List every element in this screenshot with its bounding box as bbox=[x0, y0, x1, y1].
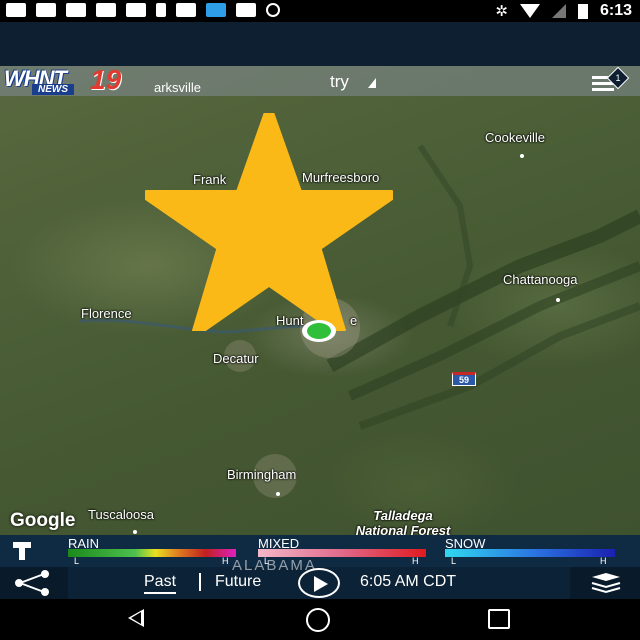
tab-divider bbox=[199, 573, 201, 591]
layers-icon bbox=[591, 573, 621, 594]
app-icon bbox=[206, 3, 226, 17]
wifi-icon bbox=[519, 4, 540, 18]
menu-button[interactable]: 1 bbox=[588, 66, 630, 94]
back-icon[interactable] bbox=[128, 609, 144, 627]
map-label-city: Cookeville bbox=[485, 130, 545, 145]
messaging-icon bbox=[6, 3, 26, 17]
forest-label: Talladega National Forest bbox=[355, 508, 451, 535]
map-label-city: Birmingham bbox=[227, 467, 297, 482]
map-label-partial: arksville bbox=[154, 80, 201, 95]
facebook-icon bbox=[96, 3, 116, 17]
station-logo[interactable]: WHNT 19 NEWS bbox=[2, 64, 154, 96]
state-label: ALABAMA bbox=[232, 557, 317, 574]
logo-number: 19 bbox=[90, 64, 122, 95]
tab-future[interactable]: Future bbox=[215, 573, 261, 591]
notification-icon bbox=[156, 3, 166, 17]
key-icon[interactable] bbox=[10, 539, 34, 563]
mixed-scale bbox=[258, 549, 426, 557]
mail-icon bbox=[176, 3, 196, 17]
star-icon bbox=[145, 113, 393, 331]
location-marker[interactable] bbox=[302, 320, 336, 342]
interstate-shield: 59 bbox=[452, 372, 476, 386]
snow-low: L bbox=[451, 556, 457, 566]
location-label[interactable]: try bbox=[330, 72, 349, 92]
rain-high: H bbox=[222, 556, 229, 566]
rain-low: L bbox=[74, 556, 80, 566]
facebook-icon bbox=[236, 3, 256, 17]
map-label-city: Florence bbox=[81, 306, 132, 321]
status-bar: ✲ 6:13 bbox=[0, 0, 640, 22]
share-icon bbox=[15, 570, 49, 596]
city-dot bbox=[276, 484, 280, 499]
tab-past[interactable]: Past bbox=[144, 573, 177, 594]
map-label-city: Chattanooga bbox=[503, 272, 578, 287]
map-label-city: Decatur bbox=[213, 351, 259, 366]
navigation-bar bbox=[0, 599, 640, 640]
snow-scale bbox=[445, 549, 615, 557]
snow-high: H bbox=[600, 556, 607, 566]
share-button[interactable] bbox=[0, 567, 68, 599]
radar-timestamp: 6:05 AM CDT bbox=[360, 573, 457, 590]
battery-icon bbox=[577, 3, 588, 19]
mixed-high: H bbox=[412, 556, 419, 566]
facebook-icon bbox=[36, 3, 56, 17]
layers-button[interactable] bbox=[570, 567, 640, 599]
system-icons: ✲ 6:13 bbox=[495, 2, 632, 20]
clock: 6:13 bbox=[599, 2, 632, 19]
google-attribution: Google bbox=[10, 510, 76, 531]
city-dot bbox=[556, 290, 560, 305]
notification-icons bbox=[6, 3, 280, 17]
app-bar bbox=[0, 22, 640, 66]
playback-controls: Past Future 6:05 AM CDT bbox=[0, 567, 640, 599]
dropdown-triangle-icon bbox=[368, 78, 376, 88]
recent-apps-icon[interactable] bbox=[488, 609, 510, 629]
notification-badge: 1 bbox=[606, 66, 630, 90]
signal-icon bbox=[551, 4, 566, 18]
facebook-icon bbox=[126, 3, 146, 17]
city-dot bbox=[133, 522, 137, 535]
record-icon bbox=[266, 3, 280, 17]
menu-bar bbox=[592, 88, 614, 91]
city-dot bbox=[520, 146, 524, 161]
home-icon[interactable] bbox=[306, 608, 330, 632]
logo-sub: NEWS bbox=[32, 84, 74, 95]
map-label-city: Tuscaloosa bbox=[88, 507, 154, 522]
header-bar: WHNT 19 NEWS arksville try 1 bbox=[0, 64, 640, 96]
rain-scale bbox=[68, 549, 236, 557]
facebook-icon bbox=[66, 3, 86, 17]
bluetooth-icon: ✲ bbox=[495, 3, 508, 20]
precip-legend: RAIN L H MIXED L H SNOW L H bbox=[0, 535, 640, 567]
